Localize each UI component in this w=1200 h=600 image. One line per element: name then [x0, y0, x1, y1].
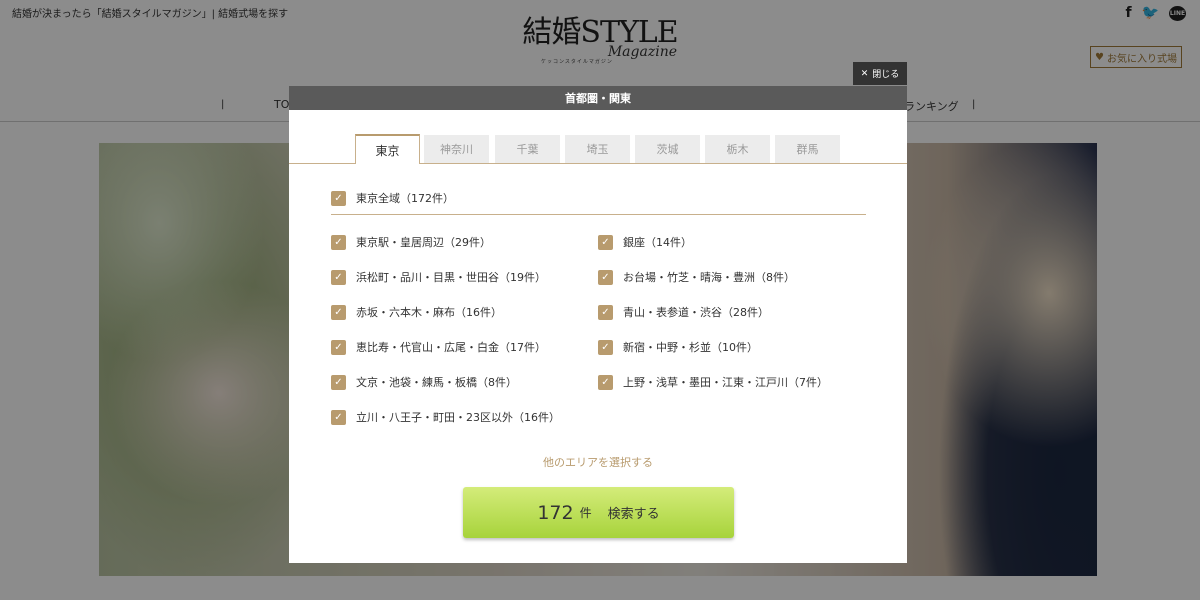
- checkbox-area[interactable]: ✓ お台場・竹芝・晴海・豊洲（8件）: [598, 269, 795, 285]
- tab-ibaraki[interactable]: 茨城: [635, 135, 700, 163]
- checkbox-all-tokyo[interactable]: ✓ 東京全域（172件）: [331, 190, 454, 206]
- search-button[interactable]: 172 件 検索する: [463, 487, 734, 538]
- tab-tochigi[interactable]: 栃木: [705, 135, 770, 163]
- checkbox-label: 銀座（14件）: [623, 236, 692, 249]
- check-icon[interactable]: ✓: [331, 304, 346, 320]
- close-label: 閉じる: [872, 70, 900, 80]
- tab-saitama[interactable]: 埼玉: [565, 135, 630, 163]
- tab-gunma[interactable]: 群馬: [775, 135, 840, 163]
- checkbox-label: 上野・浅草・墨田・江東・江戸川（7件）: [623, 376, 828, 389]
- check-icon[interactable]: ✓: [598, 234, 613, 250]
- check-icon[interactable]: ✓: [598, 374, 613, 390]
- checkbox-label: 文京・池袋・練馬・板橋（8件）: [356, 376, 517, 389]
- checkbox-area[interactable]: ✓ 東京駅・皇居周辺（29件）: [331, 234, 491, 250]
- checkbox-area[interactable]: ✓ 新宿・中野・杉並（10件）: [598, 339, 758, 355]
- check-icon[interactable]: ✓: [331, 374, 346, 390]
- search-unit: 件: [579, 506, 592, 520]
- check-icon[interactable]: ✓: [331, 409, 346, 425]
- tab-kanagawa[interactable]: 神奈川: [424, 135, 489, 163]
- check-icon[interactable]: ✓: [598, 269, 613, 285]
- check-icon[interactable]: ✓: [598, 339, 613, 355]
- checkbox-area[interactable]: ✓ 上野・浅草・墨田・江東・江戸川（7件）: [598, 374, 828, 390]
- tab-chiba[interactable]: 千葉: [495, 135, 560, 163]
- checkbox-area[interactable]: ✓ 銀座（14件）: [598, 234, 692, 250]
- search-count: 172: [537, 501, 574, 524]
- checkbox-label: お台場・竹芝・晴海・豊洲（8件）: [623, 271, 795, 284]
- check-icon[interactable]: ✓: [331, 190, 346, 206]
- prefecture-tabs: 東京 神奈川 千葉 埼玉 茨城 栃木 群馬: [289, 134, 907, 164]
- checkbox-area[interactable]: ✓ 青山・表参道・渋谷（28件）: [598, 304, 769, 320]
- checkbox-area[interactable]: ✓ 赤坂・六本木・麻布（16件）: [331, 304, 502, 320]
- checkbox-area[interactable]: ✓ 文京・池袋・練馬・板橋（8件）: [331, 374, 517, 390]
- checkbox-label: 赤坂・六本木・麻布（16件）: [356, 306, 502, 319]
- checkbox-area[interactable]: ✓ 立川・八王子・町田・23区以外（16件）: [331, 409, 560, 425]
- checkbox-label: 青山・表参道・渋谷（28件）: [623, 306, 769, 319]
- checkbox-label: 立川・八王子・町田・23区以外（16件）: [356, 411, 560, 424]
- check-icon[interactable]: ✓: [598, 304, 613, 320]
- other-area-link[interactable]: 他のエリアを選択する: [289, 454, 907, 470]
- checkbox-label: 東京駅・皇居周辺（29件）: [356, 236, 491, 249]
- modal-title: 首都圏・関東: [289, 86, 907, 110]
- area-select-modal: 首都圏・関東 東京 神奈川 千葉 埼玉 茨城 栃木 群馬 ✓ 東京全域（172件…: [289, 86, 907, 563]
- search-label: 検索する: [607, 507, 660, 522]
- checkbox-label: 浜松町・品川・目黒・世田谷（19件）: [356, 271, 546, 284]
- checkbox-label: 東京全域（172件）: [356, 192, 454, 205]
- check-icon[interactable]: ✓: [331, 269, 346, 285]
- close-button[interactable]: ✕ 閉じる: [853, 62, 907, 85]
- check-icon[interactable]: ✓: [331, 339, 346, 355]
- close-icon: ✕: [860, 68, 869, 79]
- checkbox-area[interactable]: ✓ 浜松町・品川・目黒・世田谷（19件）: [331, 269, 546, 285]
- tab-tokyo[interactable]: 東京: [355, 134, 420, 164]
- checkbox-label: 恵比寿・代官山・広尾・白金（17件）: [356, 341, 546, 354]
- checkbox-label: 新宿・中野・杉並（10件）: [623, 341, 758, 354]
- checkbox-area[interactable]: ✓ 恵比寿・代官山・広尾・白金（17件）: [331, 339, 546, 355]
- divider: [331, 214, 866, 215]
- check-icon[interactable]: ✓: [331, 234, 346, 250]
